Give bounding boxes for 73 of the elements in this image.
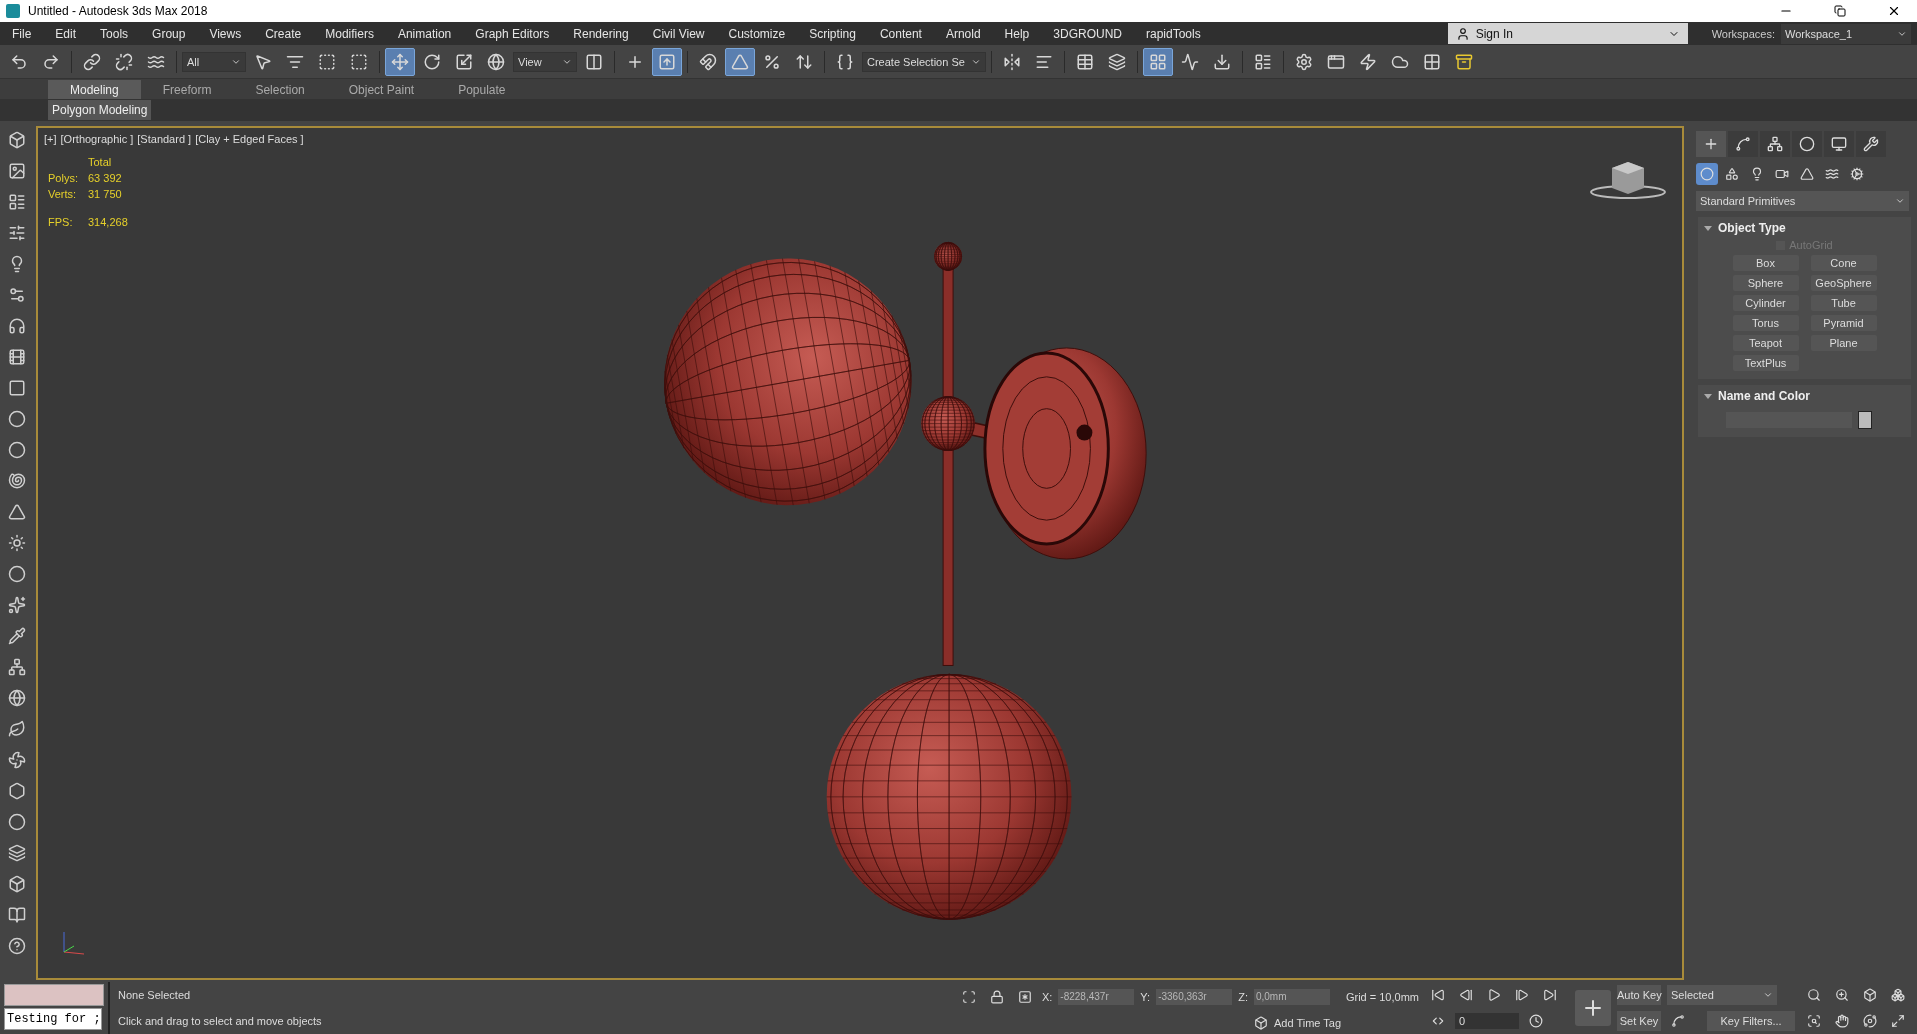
selection-status: None Selected [118,989,192,1001]
stats-header: Total [88,156,113,168]
axis-label: X: [1041,990,1053,1003]
menu-item[interactable]: Customize [716,26,798,41]
coordinate-field[interactable]: 0,0mm [1253,988,1330,1005]
primitive-type-dropdown[interactable]: Standard Primitives [1696,191,1909,211]
window-title: Untitled - Autodesk 3ds Max 2018 [28,4,209,18]
axis-label: Y: [1140,990,1151,1003]
primitive-button[interactable]: TextPlus [1732,355,1799,371]
menu-item[interactable]: Graph Editors [463,26,562,41]
menu-item[interactable]: Animation [385,26,464,41]
stat-label: Polys: [48,172,79,184]
stat-label: FPS: [48,216,74,228]
menu-item[interactable]: Arnold [933,26,993,41]
stat-label: Verts: [48,188,78,200]
frame-field[interactable]: 0 [1455,1013,1519,1029]
menu-item[interactable]: Civil View [640,26,717,41]
ribbon-tab[interactable]: Object Paint [326,80,437,99]
toolbar-dropdown[interactable]: View [513,51,577,72]
primitive-button[interactable]: Sphere [1732,275,1799,291]
menu-item[interactable]: Create [253,26,314,41]
key-mode-dropdown[interactable]: Selected [1667,984,1777,1005]
key-filters-button[interactable]: Key Filters... [1707,1010,1795,1031]
grid-size-text: Grid = 10,0mm [1345,990,1419,1003]
menu-item[interactable]: Modifiers [313,26,386,41]
primitive-button[interactable]: Plane [1810,335,1877,351]
viewport-label[interactable]: [Standard ] [137,133,192,145]
set-key-mode-button[interactable]: Set Key [1617,1010,1661,1031]
menu-item[interactable]: rapidTools [1133,26,1213,41]
ribbon-tab[interactable]: Freeform [140,80,234,99]
coordinate-field[interactable]: -3360,363r [1156,988,1233,1005]
primitive-button[interactable]: Tube [1810,295,1877,311]
menu-item[interactable]: Views [197,26,254,41]
menu-item[interactable]: Group [140,26,198,41]
stat-value: 63 392 [88,172,123,184]
primitive-button[interactable]: Torus [1732,315,1799,331]
menu-item[interactable]: Content [867,26,934,41]
primitive-button[interactable]: Pyramid [1810,315,1877,331]
menu-item[interactable]: 3DGROUND [1041,26,1134,41]
viewport-label[interactable]: [Clay + Edged Faces ] [195,133,304,145]
rollout-header[interactable]: Object Type [1704,221,1786,235]
stat-value: 314,268 [88,216,129,228]
ribbon-tab[interactable]: Selection [233,80,327,99]
menu-item[interactable]: Help [992,26,1042,41]
primitive-button[interactable]: Box [1732,255,1799,271]
primitive-button[interactable]: Cone [1810,255,1877,271]
listener-input-field[interactable]: Testing for ; [4,1008,102,1030]
prompt-text: Click and drag to select and move objects [118,1015,323,1027]
toolbar-dropdown[interactable]: All [182,51,246,72]
workspace-dropdown[interactable]: Workspace_1 [1781,23,1911,44]
ribbon-panel-tab[interactable]: Polygon Modeling [48,100,152,120]
primitive-button[interactable]: GeoSphere [1810,275,1877,291]
viewport-label[interactable]: [+] [44,133,57,145]
toolbar-dropdown[interactable]: Create Selection Se [862,51,986,72]
primitive-button[interactable]: Teapot [1732,335,1799,351]
stat-value: 31 750 [88,188,123,200]
ribbon-tab[interactable]: Modeling [48,80,141,99]
add-time-tag-button[interactable]: Add Time Tag [1247,1014,1347,1031]
auto-key-button[interactable]: Auto Key [1617,984,1661,1005]
coordinate-field[interactable]: -8228,437r [1058,988,1135,1005]
primitive-button[interactable]: Cylinder [1732,295,1799,311]
viewport[interactable]: [+] [Orthographic ] [Standard ] [Clay + Edged Faces ] Total Polys: 63 392 Verts: 31 750 FPS: 314,268 [36,126,1684,980]
menu-item[interactable]: Tools [88,26,141,41]
sign-in-button[interactable]: Sign In [1447,23,1688,44]
rollout-header[interactable]: Name and Color [1704,389,1810,403]
menu-item[interactable]: Edit [43,26,89,41]
menu-item[interactable]: File [0,26,44,41]
menu-item[interactable]: Scripting [797,26,868,41]
ribbon-tab[interactable]: Populate [436,80,528,99]
workspaces-label: Workspaces: [1710,27,1776,40]
axis-label: Z: [1238,990,1248,1003]
menu-item[interactable]: Rendering [561,26,641,41]
viewport-label[interactable]: [Orthographic ] [60,133,134,145]
